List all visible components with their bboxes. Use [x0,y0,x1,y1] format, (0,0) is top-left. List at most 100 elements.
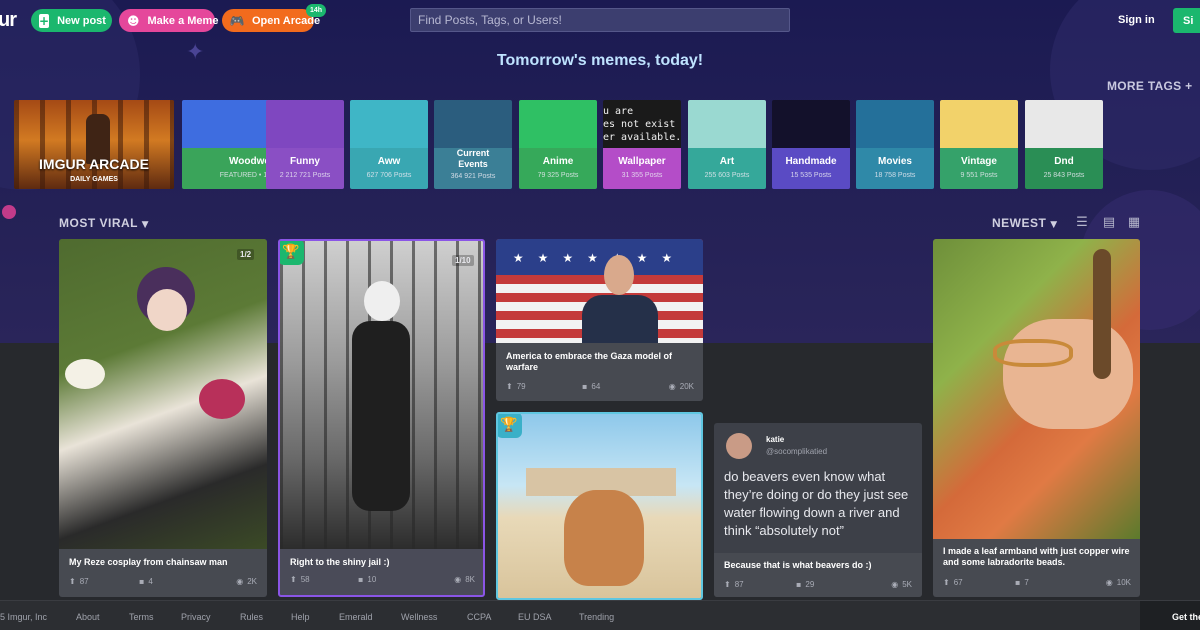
upvote-stat[interactable]: ⬆ 67 [943,578,1015,587]
more-tags-link[interactable]: MORE TAGS + [1107,79,1192,93]
sign-in-link[interactable]: Sign in [1118,14,1155,26]
filter-sliders-icon[interactable]: ☰ [1074,214,1090,230]
footer-link-rules[interactable]: Rules [240,612,263,622]
post-figure-body [352,321,410,511]
footer-link-wellness[interactable]: Wellness [401,612,437,622]
upvote-stat[interactable]: ⬆ 87 [724,580,796,589]
tag-tile[interactable]: Current Events 364 921 Posts [434,100,512,189]
comment-count: 7 [1024,578,1029,587]
view-stat: ◉ 2K [209,577,257,586]
view-stat: ◉ 5K [868,580,912,589]
footer-link-about[interactable]: About [76,612,100,622]
post-stats: ⬆ 67 ▪ 7 ◉ 10K [943,578,1131,587]
braid [1093,249,1111,379]
tag-tile[interactable]: u are es not exist er available. Wallpape… [603,100,681,189]
get-app-label: Get the [1172,612,1200,622]
tag-tile[interactable]: Movies 18 758 Posts [856,100,934,189]
tag-tile[interactable]: Vintage 9 551 Posts [940,100,1018,189]
tag-tile[interactable]: Funny 2 212 721 Posts [266,100,344,189]
arcade-timer-badge: 14h [306,4,327,17]
tag-post-count: 255 603 Posts [704,172,750,179]
tag-name: Handmade [785,156,837,167]
tweet-text: do beavers even know what they’re doing … [724,469,909,538]
comment-icon: ▪ [1015,578,1021,587]
post-card[interactable]: 🏆 1/10 Right to the shiny jail :) ⬆ 58 ▪ 1… [278,239,485,597]
view-count: 5K [902,580,912,589]
new-post-button[interactable]: + New post [31,9,112,32]
get-app-button[interactable]: Get the [1140,601,1200,630]
tag-tile-caption: Anime 79 325 Posts [519,148,597,189]
comment-stat[interactable]: ▪ 10 [358,575,426,584]
upvote-stat[interactable]: ⬆ 79 [506,382,582,391]
list-view-icon[interactable]: ▤ [1101,214,1117,230]
sign-up-button[interactable]: Si [1173,8,1200,33]
open-arcade-button[interactable]: 🎮 Open Arcade [222,9,320,32]
footer-link-eu-dsa[interactable]: EU DSA [518,612,552,622]
tag-tile[interactable]: Handmade 15 535 Posts [772,100,850,189]
tag-tile[interactable]: Dnd 25 843 Posts [1025,100,1103,189]
image-counter: 1/2 [237,249,255,260]
caret-down-icon: ▼ [141,220,150,230]
view-count: 8K [465,575,475,584]
upvote-stat[interactable]: ⬆ 58 [290,575,358,584]
search-input[interactable]: Find Posts, Tags, or Users! [410,8,790,32]
footer-link-help[interactable]: Help [291,612,310,622]
plus-icon: + [39,13,50,28]
tag-tile-caption: Handmade 15 535 Posts [772,148,850,189]
sort-newest-dropdown[interactable]: NEWEST ▼ [992,216,1058,230]
post-stats: ⬆ 79 ▪ 64 ◉ 20K [506,382,694,391]
tag-tile-caption: Aww 627 706 Posts [350,148,428,189]
comment-stat[interactable]: ▪ 29 [796,580,868,589]
tweet-username: katie [766,435,785,444]
grid-view-icon[interactable]: ▦ [1126,214,1142,230]
tag-post-count: 627 706 Posts [366,172,412,179]
view-stat: ◉ 20K [652,382,694,391]
make-meme-button[interactable]: ☻ Make a Meme [119,9,218,32]
tag-name: Aww [377,156,401,167]
view-stat: ◉ 8K [426,575,475,584]
comment-stat[interactable]: ▪ 64 [582,382,652,391]
post-card[interactable]: I made a leaf armband with just copper w… [933,239,1140,597]
view-count: 10K [1116,578,1131,587]
arm-figure [1003,319,1133,429]
avatar [726,433,752,459]
tag-tile-image [266,100,344,148]
decor-dot [2,205,16,219]
footer-link-terms[interactable]: Terms [129,612,154,622]
post-card[interactable]: 🏆 [496,412,703,600]
sort-most-viral-dropdown[interactable]: MOST VIRAL ▼ [59,216,149,230]
upvote-arrow-icon: ⬆ [290,575,297,584]
trophy-icon: 🏆 [280,241,304,265]
speaker-figure [582,295,658,343]
tag-post-count: 15 535 Posts [790,172,832,179]
eye-icon: ◉ [891,580,899,589]
footer-link-privacy[interactable]: Privacy [181,612,211,622]
comment-icon: ▪ [796,580,802,589]
upvote-arrow-icon: ⬆ [724,580,731,589]
post-card[interactable]: 1/2 My Reze cosplay from chainsaw man ⬆ 8… [59,239,267,597]
comment-stat[interactable]: ▪ 7 [1015,578,1087,587]
tag-tile[interactable]: Art 255 603 Posts [688,100,766,189]
footer-link-trending[interactable]: Trending [579,612,614,622]
tag-name: Wallpaper [618,156,666,167]
tag-tile-caption: Art 255 603 Posts [688,148,766,189]
tag-tile-image [434,100,512,148]
speaker-face [604,255,634,295]
tag-tile-imgur-arcade[interactable]: IMGUR ARCADE DAILY GAMES [14,100,174,189]
footer-link-ccpa[interactable]: CCPA [467,612,491,622]
footer-link-emerald[interactable]: Emerald [339,612,373,622]
post-card[interactable]: ★★★★★★★ America to embrace the Gaza mode… [496,239,703,401]
post-card[interactable]: katie @socomplikatied do beavers even kn… [714,423,922,597]
tag-tile[interactable]: Aww 627 706 Posts [350,100,428,189]
tag-tile-caption: Funny 2 212 721 Posts [266,148,344,189]
upvote-stat[interactable]: ⬆ 87 [69,577,139,586]
arcade-title: IMGUR ARCADE [39,156,149,172]
comment-stat[interactable]: ▪ 4 [139,577,209,586]
eye-icon: ◉ [1105,578,1113,587]
tag-tile-image [688,100,766,148]
imgur-logo[interactable]: ur [0,9,17,32]
tag-tile[interactable]: Anime 79 325 Posts [519,100,597,189]
tag-tile-caption: Wallpaper 31 355 Posts [603,148,681,189]
upvote-count: 87 [734,580,744,589]
tag-name: Anime [542,156,574,167]
